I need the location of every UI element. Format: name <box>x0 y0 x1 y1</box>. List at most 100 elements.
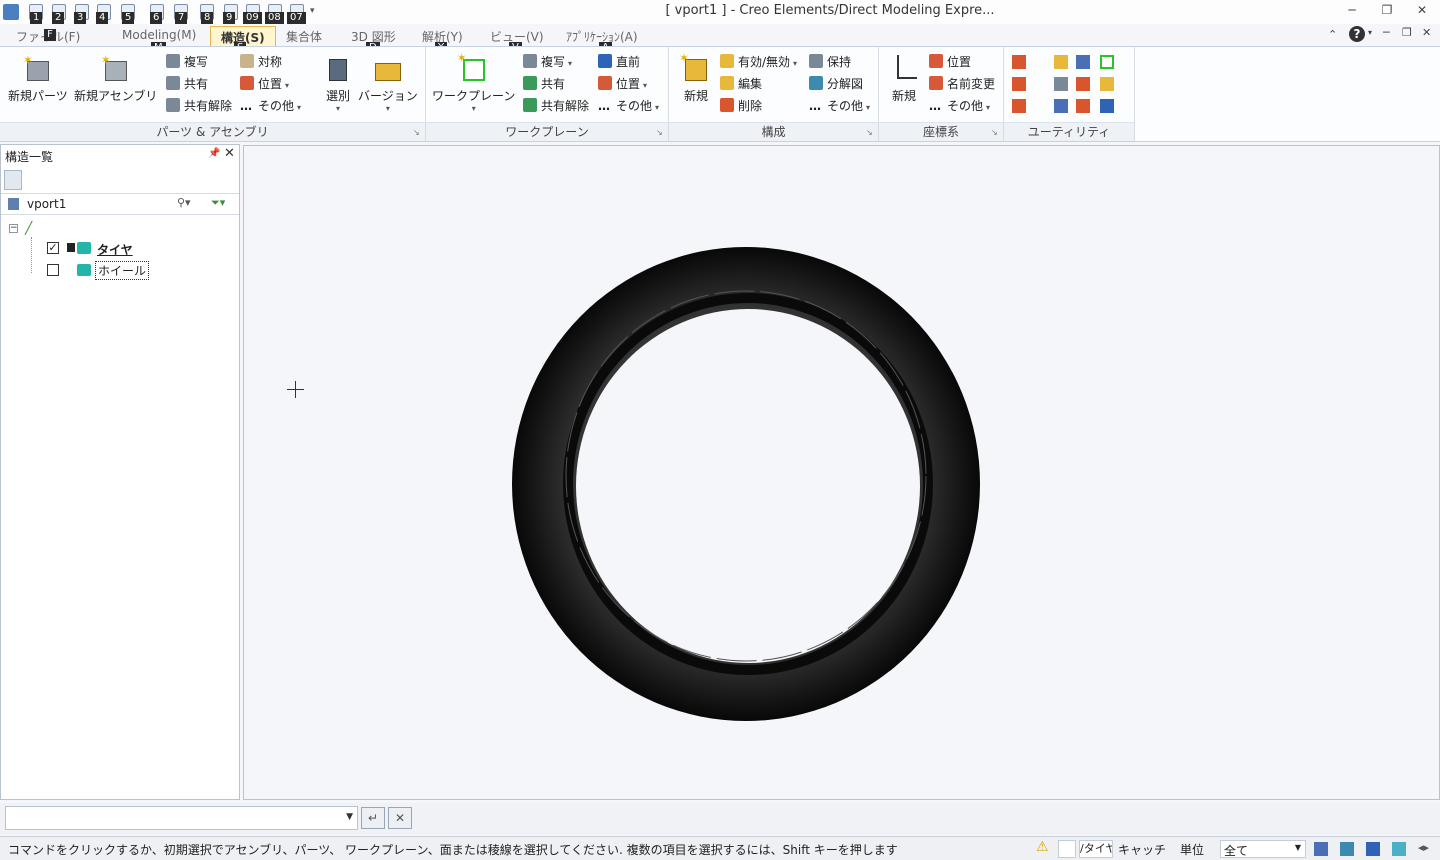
mirror-button[interactable]: 対称 <box>240 53 282 71</box>
rename-coord-button[interactable]: 名前変更 <box>929 75 995 93</box>
coord-system-icon <box>889 53 919 83</box>
root-label: vport1 <box>27 197 67 211</box>
utility-edit-icon[interactable] <box>1076 77 1090 91</box>
status-message: コマンドをクリックするか、初期選択でアセンブリ、パーツ、 ワークプレーン、面また… <box>8 843 898 857</box>
prev-icon[interactable] <box>1366 842 1380 856</box>
group-label-utility: ユーティリティ <box>1004 122 1134 141</box>
unit-button[interactable]: 単位 <box>1180 841 1204 858</box>
doc-close-icon[interactable]: ✕ <box>1422 26 1431 39</box>
help-dropdown-icon[interactable]: ▾ <box>1368 28 1372 37</box>
collapse-ribbon-icon[interactable]: ⌃ <box>1328 28 1337 41</box>
keep-icon <box>809 54 823 68</box>
utility-rotate-icon[interactable] <box>1076 99 1090 113</box>
copy-workplane-button[interactable]: 複写 ▾ <box>523 53 572 71</box>
view-mode-icon[interactable] <box>1314 842 1328 856</box>
tire-model[interactable] <box>244 146 1440 801</box>
dialog-launcher-icon[interactable]: ↘ <box>866 129 874 137</box>
doc-minimize-icon[interactable]: ─ <box>1383 26 1390 39</box>
utility-line-icon[interactable] <box>1012 55 1026 69</box>
other-workplane-button[interactable]: … その他 ▾ <box>598 97 659 115</box>
active-part-icon <box>67 243 75 252</box>
ribbon: ✶ 新規パーツ ✶ 新規アセンブリ 複写 共有 共有解除 対称 位置 ▾ … その他… <box>0 46 1440 142</box>
tree-item[interactable]: ホイール <box>31 261 231 281</box>
utility-select-icon[interactable] <box>1054 77 1068 91</box>
enable-disable-button[interactable]: 有効/無効 ▾ <box>720 53 797 71</box>
utility-box-icon[interactable] <box>1100 55 1114 69</box>
binoculars-icon[interactable]: ⚲▾ <box>177 196 191 209</box>
restore-icon[interactable]: ❐ <box>1376 3 1398 19</box>
visibility-checkbox[interactable]: ✓ <box>47 242 59 254</box>
utility-lock-icon[interactable] <box>1100 77 1114 91</box>
workplane-icon: ✶ <box>457 51 489 83</box>
pin-icon[interactable]: 📌 <box>208 148 220 159</box>
cancel-icon[interactable]: ✕ <box>388 807 412 829</box>
chevron-down-icon[interactable]: ▼ <box>346 812 353 822</box>
dialog-launcher-icon[interactable]: ↘ <box>656 129 664 137</box>
other-config-button[interactable]: … その他 ▾ <box>809 97 870 115</box>
new-assembly-button[interactable]: ✶ 新規アセンブリ <box>74 53 157 104</box>
delete-icon <box>720 98 734 112</box>
visibility-checkbox[interactable] <box>47 264 59 276</box>
scroll-arrows-icon[interactable]: ◂▸ <box>1418 841 1429 854</box>
group-workplane: ✶ ワークプレーン ▾ 複写 ▾ 共有 共有解除 直前 位置 ▾ … その他 ▾ ワークプ… <box>426 47 669 141</box>
grid-mode-icon[interactable] <box>1340 842 1354 856</box>
share-workplane-button[interactable]: 共有 <box>523 75 565 93</box>
enter-icon[interactable]: ↵ <box>361 807 385 829</box>
utility-angle-icon[interactable] <box>1012 77 1026 91</box>
group-utility: ユーティリティ <box>1004 47 1135 141</box>
utility-pointer-icon[interactable] <box>1054 55 1068 69</box>
filter-select[interactable]: 全て ▼ <box>1220 840 1306 858</box>
copy-icon <box>166 54 180 68</box>
snap-button[interactable]: キャッチ <box>1118 841 1166 858</box>
doc-restore-icon[interactable]: ❐ <box>1402 26 1412 39</box>
new-part-button[interactable]: ✶ 新規パーツ <box>8 53 68 104</box>
tree-item[interactable]: ✓ タイヤ <box>31 239 231 259</box>
filter-icon[interactable]: ⏷▾ <box>211 196 225 210</box>
command-input[interactable]: ▼ <box>5 806 358 830</box>
copy-part-button[interactable]: 複写 <box>166 53 208 71</box>
minimize-icon[interactable]: ─ <box>1341 3 1363 19</box>
dialog-launcher-icon[interactable]: ↘ <box>991 129 999 137</box>
utility-table-icon[interactable] <box>1100 99 1114 113</box>
unshare-part-button[interactable]: 共有解除 <box>166 97 232 115</box>
edit-config-button[interactable]: 編集 <box>720 75 762 93</box>
warning-icon[interactable]: ⚠ <box>1036 839 1049 855</box>
root-assembly-icon: ╱ <box>25 221 33 235</box>
unshare-icon <box>523 98 537 112</box>
position-coord-button[interactable]: 位置 <box>929 53 971 71</box>
tree-view-icon[interactable] <box>4 170 22 190</box>
position-workplane-button[interactable]: 位置 ▾ <box>598 75 647 93</box>
new-config-button[interactable]: ✶ 新規 <box>679 51 711 104</box>
help-icon[interactable]: ? <box>1349 26 1365 42</box>
workplane-button[interactable]: ✶ ワークプレーン ▾ <box>432 51 515 113</box>
select-button[interactable]: 選別 ▾ <box>323 53 353 113</box>
share-icon <box>523 76 537 90</box>
tab-assembly[interactable]: 集合体 <box>276 26 332 46</box>
edit-icon <box>720 76 734 90</box>
other-coord-button[interactable]: … その他 ▾ <box>929 97 990 115</box>
front-button[interactable]: 直前 <box>598 53 640 71</box>
other-parts-button[interactable]: … その他 ▾ <box>240 97 301 115</box>
position-part-button[interactable]: 位置 ▾ <box>240 75 289 93</box>
utility-tool-icon[interactable] <box>1076 55 1090 69</box>
close-panel-icon[interactable]: ✕ <box>224 146 235 161</box>
current-part-field: /タイヤ <box>1079 840 1113 858</box>
viewport-canvas[interactable] <box>243 145 1440 800</box>
part-icon <box>77 264 91 276</box>
keep-button[interactable]: 保持 <box>809 53 851 71</box>
share-part-button[interactable]: 共有 <box>166 75 208 93</box>
utility-axis-icon[interactable] <box>1054 99 1068 113</box>
root-doc-icon <box>8 198 19 210</box>
unshare-workplane-button[interactable]: 共有解除 <box>523 97 589 115</box>
dialog-launcher-icon[interactable]: ↘ <box>413 129 421 137</box>
collapse-tree-icon[interactable]: − <box>9 224 18 233</box>
share-icon <box>166 76 180 90</box>
explode-button[interactable]: 分解図 <box>809 75 863 93</box>
version-button[interactable]: バージョン ▾ <box>358 53 418 113</box>
version-icon <box>373 53 403 83</box>
fit-icon[interactable] <box>1392 842 1406 856</box>
close-icon[interactable]: ✕ <box>1411 3 1433 19</box>
delete-config-button[interactable]: 削除 <box>720 97 762 115</box>
new-coord-button[interactable]: 新規 <box>889 53 919 104</box>
utility-face-icon[interactable] <box>1012 99 1026 113</box>
